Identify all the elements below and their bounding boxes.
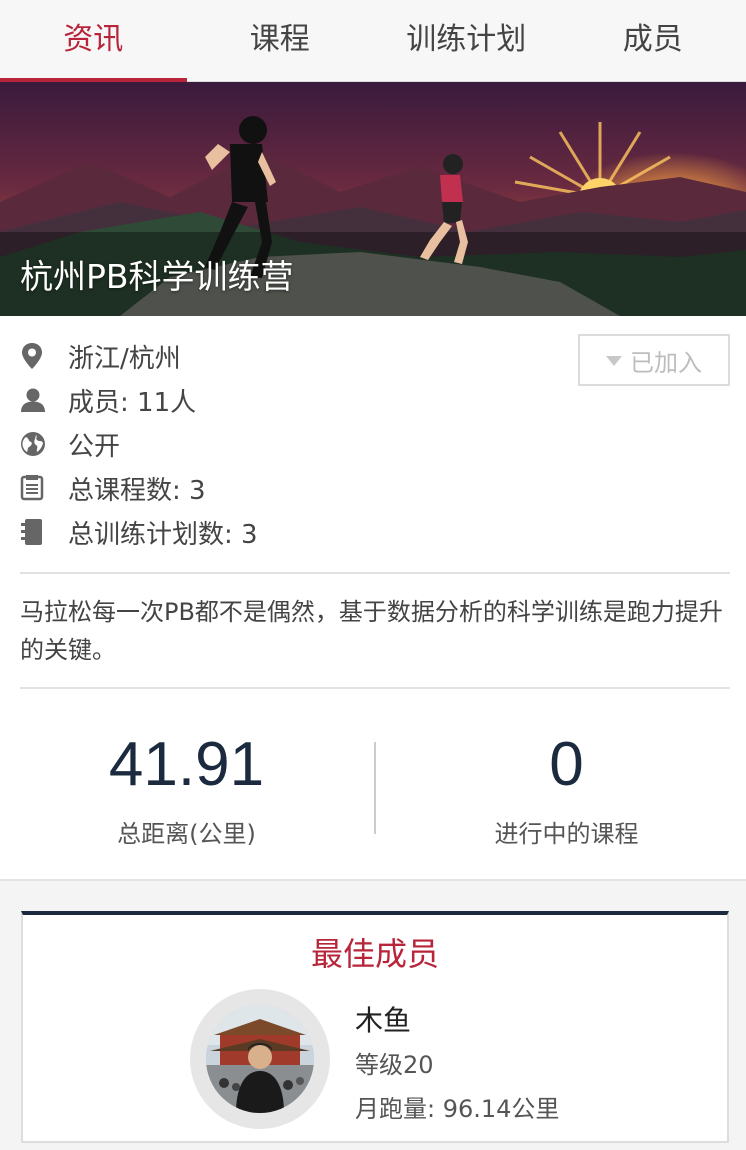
caret-down-icon	[606, 356, 622, 366]
stat-label: 总距离(公里)	[117, 820, 256, 848]
visibility-text: 公开	[68, 431, 121, 462]
tab-training-plans[interactable]: 训练计划	[373, 0, 560, 81]
best-member-title: 最佳成员	[310, 935, 439, 973]
globe-icon	[20, 422, 68, 466]
member-monthly-distance: 月跑量: 96.14公里	[355, 1095, 560, 1123]
location-text: 浙江/杭州	[68, 343, 181, 374]
course-list-icon	[20, 466, 68, 510]
member-name[interactable]: 木鱼	[355, 999, 411, 1039]
tab-courses[interactable]: 课程	[187, 0, 374, 81]
members-count-text: 成员: 11人	[68, 387, 197, 418]
tab-news[interactable]: 资讯	[0, 0, 187, 82]
banner-title: 杭州PB科学训练营	[20, 257, 294, 296]
tab-members[interactable]: 成员	[560, 0, 746, 81]
banner-image: 杭州PB科学训练营	[0, 82, 746, 316]
camp-description: 马拉松每一次PB都不是偶然，基于数据分析的科学训练是跑力提升的关键。	[20, 598, 723, 664]
total-plans-text: 总训练计划数: 3	[68, 519, 258, 550]
joined-button[interactable]: 已加入	[578, 334, 730, 386]
tab-bar: 资讯 课程 训练计划 成员	[0, 0, 746, 82]
avatar[interactable]	[206, 1005, 314, 1113]
total-courses-text: 总课程数: 3	[68, 475, 206, 506]
courses-row: 总课程数: 3	[20, 466, 726, 510]
best-member-card[interactable]: 最佳成员 木鱼 等级20 月跑量: 96.14公里	[21, 911, 729, 1143]
stat-value: 41.91	[108, 730, 265, 799]
notebook-icon	[20, 510, 68, 554]
location-pin-icon	[20, 334, 68, 378]
joined-button-label: 已加入	[630, 348, 702, 377]
person-icon	[20, 378, 68, 422]
member-level: 等级20	[355, 1051, 434, 1079]
avatar-ring	[190, 989, 330, 1129]
divider	[20, 572, 730, 574]
divider	[20, 687, 730, 689]
stat-active-courses: 0 进行中的课程	[380, 730, 746, 849]
stat-total-distance: 41.91 总距离(公里)	[0, 730, 373, 849]
plans-row: 总训练计划数: 3	[20, 510, 726, 554]
stat-separator	[374, 742, 376, 834]
visibility-row: 公开	[20, 422, 726, 466]
stat-label: 进行中的课程	[494, 820, 639, 848]
stat-value: 0	[549, 730, 584, 799]
